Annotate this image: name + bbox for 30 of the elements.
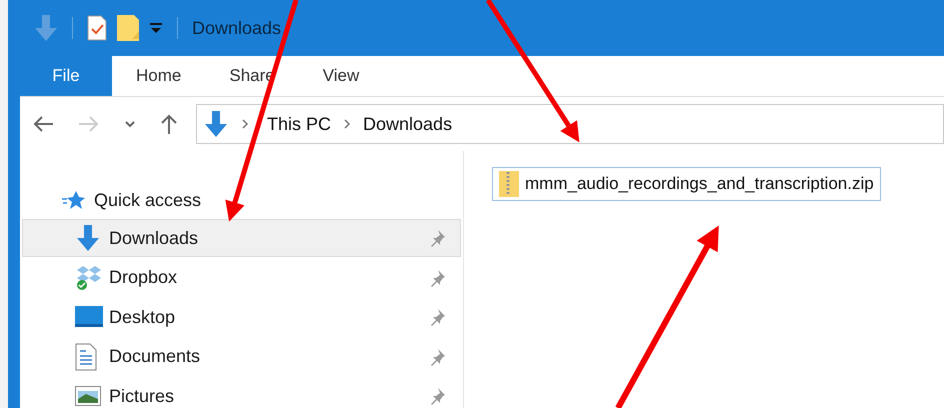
star-icon	[62, 190, 86, 210]
download-arrow-icon	[75, 225, 101, 251]
sidebar-item[interactable]: Desktop	[22, 298, 461, 336]
checklist-icon[interactable]	[87, 15, 107, 41]
forward-arrow-icon[interactable]	[78, 115, 100, 133]
sidebar-item[interactable]: Documents	[22, 338, 461, 376]
quick-access-label[interactable]: Quick access	[94, 190, 202, 210]
back-arrow-icon[interactable]	[32, 115, 54, 133]
ribbon-tab[interactable]: Home	[112, 56, 206, 96]
monitor-icon	[75, 306, 103, 328]
sidebar-item[interactable]: Pictures	[22, 377, 461, 408]
address-bar[interactable]: This PC Downloads	[196, 104, 944, 144]
download-arrow-icon	[203, 111, 229, 137]
sidebar-item[interactable]: Dropbox	[22, 258, 461, 296]
chevron-down-icon[interactable]	[124, 120, 136, 128]
folder-icon[interactable]	[117, 15, 139, 41]
sidebar-item[interactable]: Downloads	[22, 219, 461, 257]
zip-folder-icon	[499, 171, 519, 197]
box-icon	[75, 264, 103, 290]
ribbon-tab[interactable]: View	[298, 56, 384, 96]
document-icon	[75, 342, 97, 370]
chevron-right-icon[interactable]	[343, 119, 352, 129]
download-arrow-icon[interactable]	[34, 15, 58, 41]
window-title: Downloads	[192, 18, 282, 38]
breadcrumb[interactable]: Downloads	[363, 114, 452, 134]
up-arrow-icon[interactable]	[160, 113, 178, 135]
chevron-right-icon[interactable]	[241, 119, 249, 129]
dropdown-icon[interactable]	[149, 21, 163, 35]
file-item[interactable]: mmm_audio_recordings_and_transcription.zip	[492, 167, 881, 201]
breadcrumb[interactable]: This PC	[267, 114, 332, 134]
